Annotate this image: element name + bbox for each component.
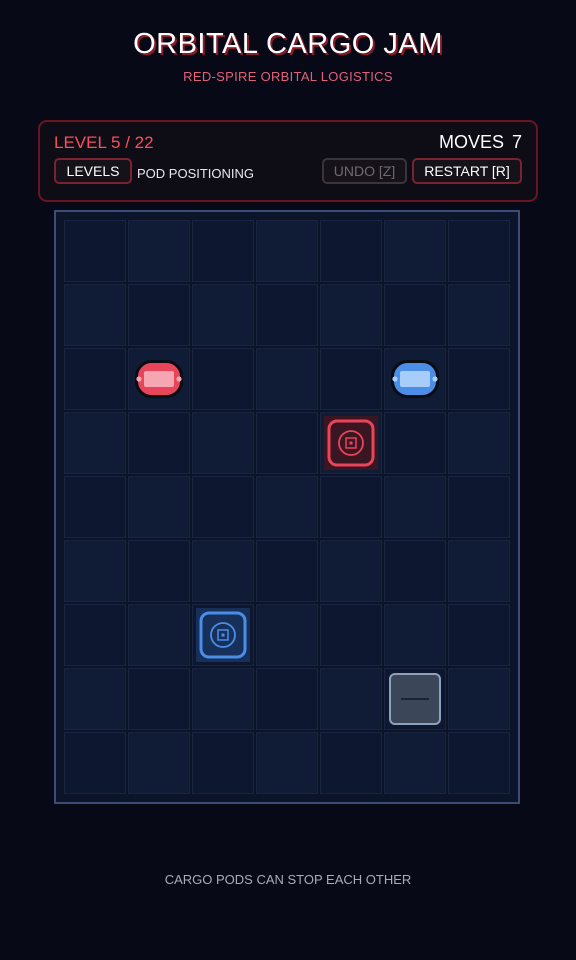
board-cell[interactable]	[192, 732, 254, 794]
block-slot-icon	[401, 698, 429, 700]
target-icon	[199, 611, 247, 659]
board-cell[interactable]	[128, 412, 190, 474]
board-cell[interactable]	[320, 476, 382, 538]
moves-value: 7	[511, 132, 522, 152]
board-cell[interactable]	[448, 540, 510, 602]
board-cell[interactable]	[256, 540, 318, 602]
board-cell[interactable]	[320, 604, 382, 666]
board-cell[interactable]	[192, 668, 254, 730]
board-cell[interactable]	[256, 284, 318, 346]
board-cell[interactable]	[192, 476, 254, 538]
board-cell[interactable]	[256, 668, 318, 730]
game-subtitle: RED-SPIRE ORBITAL LOGISTICS	[183, 69, 393, 84]
board-cell[interactable]	[192, 540, 254, 602]
moves-label: MOVES	[438, 132, 504, 152]
game-title: ORBITAL CARGO JAM	[133, 28, 443, 60]
board-cell[interactable]	[64, 668, 126, 730]
board-cell[interactable]	[384, 604, 446, 666]
board-cell[interactable]	[448, 476, 510, 538]
board-cell[interactable]	[64, 540, 126, 602]
mode-label: POD POSITIONING	[137, 166, 255, 181]
board-cell[interactable]	[448, 604, 510, 666]
board-cell[interactable]	[128, 220, 190, 282]
board-cell[interactable]	[448, 220, 510, 282]
board-cell[interactable]	[64, 284, 126, 346]
board-cell[interactable]	[128, 668, 190, 730]
board-cell[interactable]	[384, 540, 446, 602]
board-cell[interactable]	[448, 412, 510, 474]
board-cell[interactable]	[320, 732, 382, 794]
moves-counter: MOVES 7	[439, 132, 522, 153]
board-cell[interactable]	[64, 412, 126, 474]
game-screen: ORBITAL CARGO JAM RED-SPIRE ORBITAL LOGI…	[0, 0, 576, 960]
board-cell[interactable]	[320, 540, 382, 602]
board-cell[interactable]	[320, 220, 382, 282]
hud-panel: LEVEL 5 / 22 MOVES 7 LEVELS POD POSITIONI…	[38, 120, 538, 202]
board-cell[interactable]	[64, 220, 126, 282]
restart-button[interactable]: RESTART [R]	[412, 158, 522, 184]
cargo-pod-icon	[391, 360, 439, 398]
board-cell[interactable]	[320, 284, 382, 346]
game-board[interactable]	[54, 210, 520, 804]
blue-cargo-pod[interactable]	[391, 360, 439, 398]
board-cell[interactable]	[256, 732, 318, 794]
board-cell[interactable]	[256, 604, 318, 666]
board-cell[interactable]	[384, 284, 446, 346]
board-cell[interactable]	[64, 476, 126, 538]
board-cell[interactable]	[384, 412, 446, 474]
board-cell[interactable]	[256, 412, 318, 474]
board-cell[interactable]	[128, 284, 190, 346]
board-cell[interactable]	[384, 220, 446, 282]
board-cell[interactable]	[192, 284, 254, 346]
board-cell[interactable]	[320, 348, 382, 410]
board-cell[interactable]	[128, 540, 190, 602]
board-cell[interactable]	[448, 668, 510, 730]
board-cell[interactable]	[256, 220, 318, 282]
board-cell[interactable]	[128, 604, 190, 666]
board-cell[interactable]	[256, 476, 318, 538]
obstacle-block	[389, 673, 441, 725]
target-icon	[327, 419, 375, 467]
red-cargo-pod[interactable]	[135, 360, 183, 398]
red-target-pad	[324, 416, 378, 470]
board-cell[interactable]	[64, 348, 126, 410]
board-cell[interactable]	[192, 220, 254, 282]
board-cell[interactable]	[192, 348, 254, 410]
cargo-pod-icon	[135, 360, 183, 398]
board-cell[interactable]	[128, 732, 190, 794]
hint-text: CARGO PODS CAN STOP EACH OTHER	[164, 872, 412, 887]
board-cell[interactable]	[128, 476, 190, 538]
board-cell[interactable]	[256, 348, 318, 410]
board-cell[interactable]	[448, 284, 510, 346]
blue-target-pad	[196, 608, 250, 662]
undo-button[interactable]: UNDO [Z]	[322, 158, 407, 184]
board-cell[interactable]	[192, 412, 254, 474]
levels-button[interactable]: LEVELS	[54, 158, 132, 184]
board-cell[interactable]	[320, 668, 382, 730]
board-cell[interactable]	[64, 604, 126, 666]
board-cell[interactable]	[64, 732, 126, 794]
board-cell[interactable]	[384, 476, 446, 538]
board-cell[interactable]	[384, 732, 446, 794]
board-cell[interactable]	[448, 732, 510, 794]
board-cell[interactable]	[448, 348, 510, 410]
level-indicator: LEVEL 5 / 22	[54, 133, 154, 152]
